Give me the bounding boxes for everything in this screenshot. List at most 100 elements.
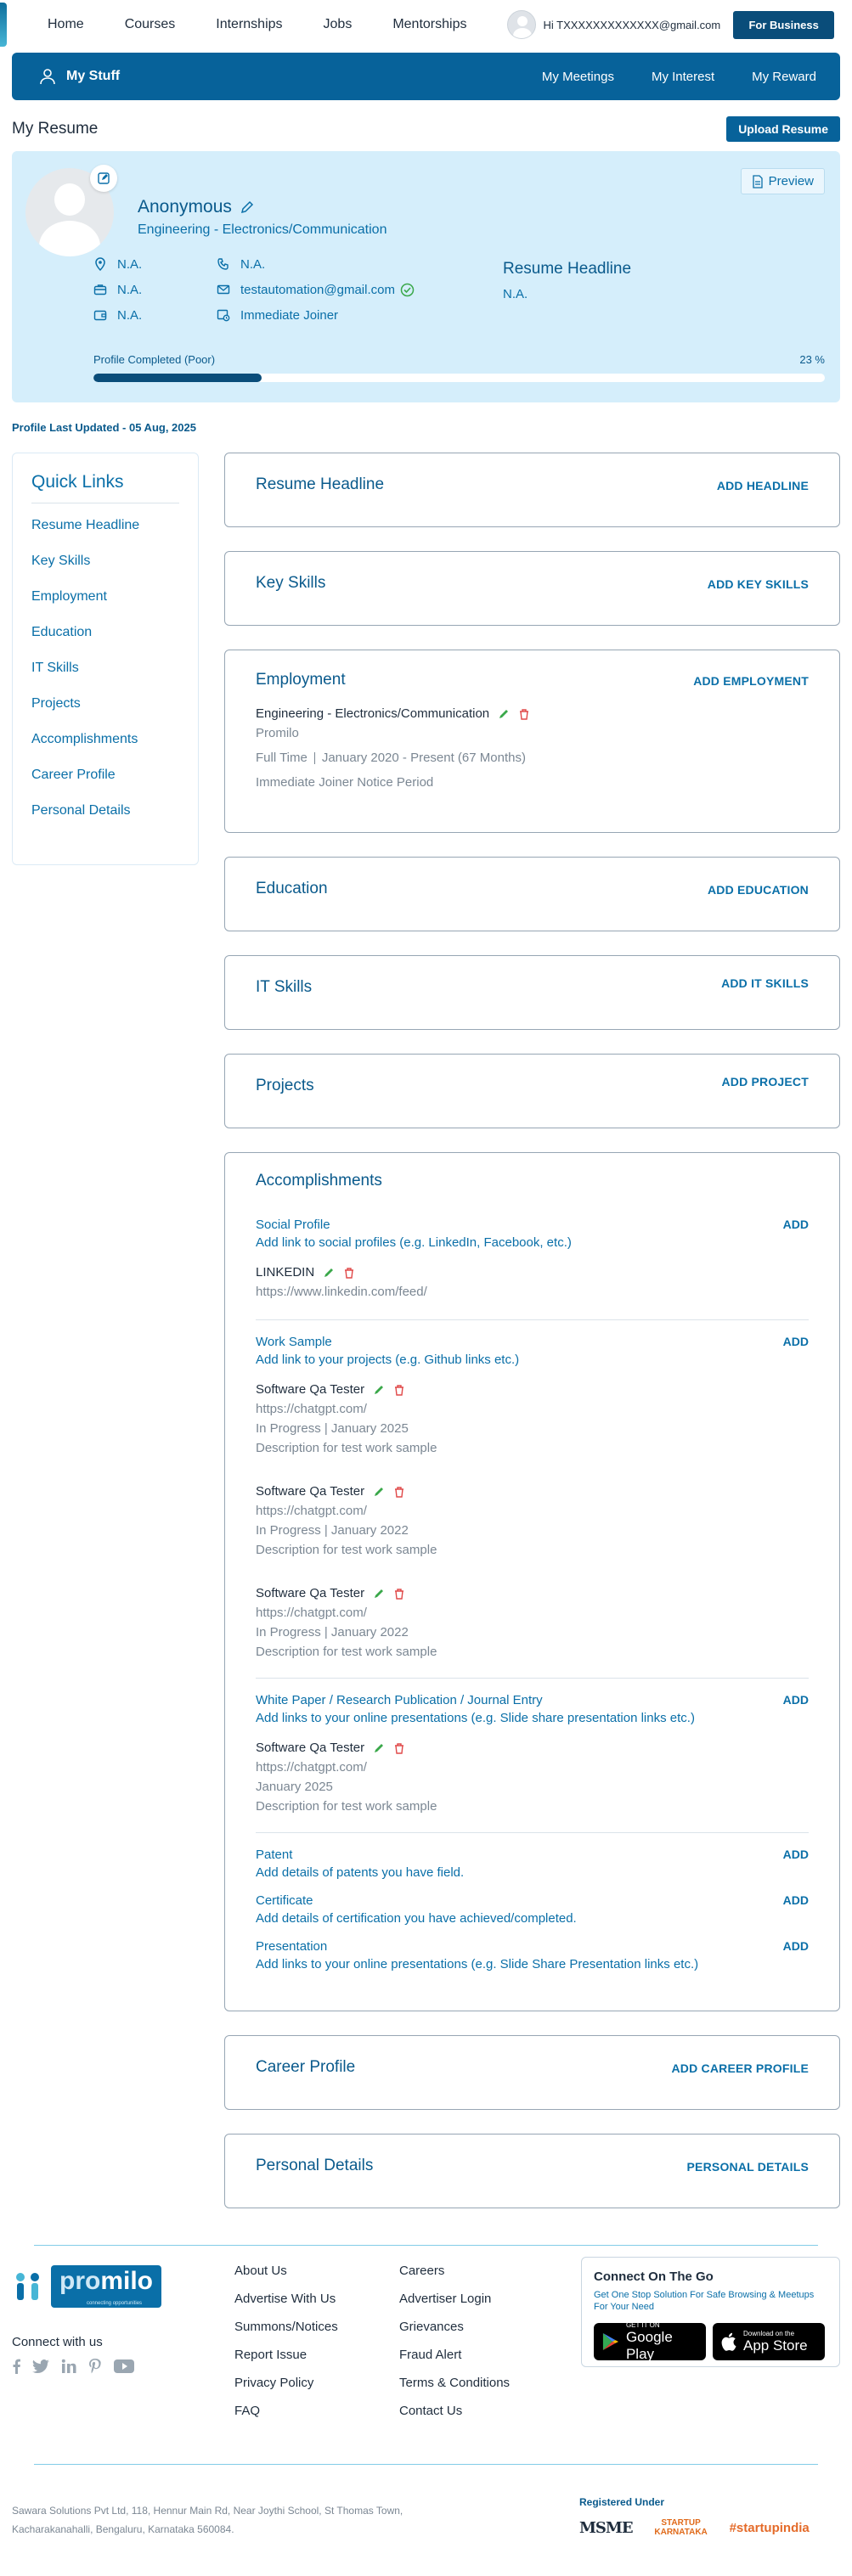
trash-icon[interactable] (343, 1267, 355, 1279)
quick-link-key-skills[interactable]: Key Skills (31, 553, 179, 588)
add-white-paper-button[interactable]: ADD (783, 1693, 809, 1707)
add-education-button[interactable]: ADD EDUCATION (708, 883, 809, 897)
nav-internships[interactable]: Internships (216, 17, 282, 32)
my-interest-link[interactable]: My Interest (652, 70, 714, 84)
add-key-skills-button[interactable]: ADD KEY SKILLS (708, 577, 809, 591)
footer-link-faq[interactable]: FAQ (234, 2404, 338, 2432)
nav-mentorships[interactable]: Mentorships (392, 17, 466, 32)
footer-link-privacy[interactable]: Privacy Policy (234, 2376, 338, 2404)
add-presentation-button[interactable]: ADD (783, 1939, 809, 1953)
social-entry-url[interactable]: https://www.linkedin.com/feed/ (256, 1285, 809, 1299)
footer: promilo connecting opportunities Connect… (0, 2233, 852, 2576)
add-career-profile-button[interactable]: ADD CAREER PROFILE (672, 2061, 810, 2075)
add-patent-button[interactable]: ADD (783, 1848, 809, 1861)
quick-link-career-profile[interactable]: Career Profile (31, 767, 179, 802)
logo-tagline: connecting opportunities (87, 2301, 143, 2306)
progress-label: Profile Completed (Poor) (93, 353, 216, 366)
work-entry-title: Software Qa Tester (256, 1484, 809, 1499)
trash-icon[interactable] (518, 708, 530, 720)
add-social-profile-button[interactable]: ADD (783, 1218, 809, 1231)
footer-link-terms[interactable]: Terms & Conditions (399, 2376, 510, 2404)
nav-home[interactable]: Home (48, 17, 84, 32)
connect-on-the-go-sub: Get One Stop Solution For Safe Browsing … (594, 2290, 815, 2312)
msme-logo: MSME (579, 2518, 634, 2537)
add-work-sample-button[interactable]: ADD (783, 1335, 809, 1348)
twitter-icon[interactable] (32, 2359, 49, 2373)
phone-value: N.A. (240, 256, 266, 272)
user-greeting[interactable]: Hi TXXXXXXXXXXXXX@gmail.com (543, 19, 730, 31)
certificate-block: Certificate Add details of certification… (256, 1893, 809, 1926)
footer-link-advertiser-login[interactable]: Advertiser Login (399, 2292, 510, 2320)
salary-field: N.A. (93, 307, 217, 323)
my-reward-link[interactable]: My Reward (752, 70, 816, 84)
pencil-icon[interactable] (373, 1588, 385, 1600)
footer-link-report-issue[interactable]: Report Issue (234, 2348, 338, 2376)
upload-resume-button[interactable]: Upload Resume (726, 116, 840, 142)
nav-jobs[interactable]: Jobs (324, 17, 353, 32)
email-value: testautomation@gmail.com (240, 282, 395, 297)
footer-link-advertise[interactable]: Advertise With Us (234, 2292, 338, 2320)
my-meetings-link[interactable]: My Meetings (542, 70, 614, 84)
quick-link-education[interactable]: Education (31, 624, 179, 660)
footer-link-contact-us[interactable]: Contact Us (399, 2404, 510, 2432)
trash-icon[interactable] (393, 1588, 405, 1600)
nav-courses[interactable]: Courses (125, 17, 176, 32)
add-certificate-button[interactable]: ADD (783, 1893, 809, 1907)
pencil-icon[interactable] (240, 200, 254, 214)
app-store-badge[interactable]: Download on the App Store (713, 2323, 825, 2360)
edit-photo-button[interactable] (90, 165, 117, 192)
footer-link-grievances[interactable]: Grievances (399, 2320, 510, 2348)
quick-link-employment[interactable]: Employment (31, 588, 179, 624)
quick-link-resume-headline[interactable]: Resume Headline (31, 517, 179, 553)
add-it-skills-button[interactable]: ADD IT SKILLS (721, 976, 809, 990)
personal-details-button[interactable]: PERSONAL DETAILS (687, 2160, 809, 2174)
phone-icon (217, 258, 229, 270)
work-sample-entry: Software Qa Tester https://chatgpt.com/ … (256, 1586, 809, 1659)
white-paper-block: White Paper / Research Publication / Jou… (256, 1693, 809, 1814)
work-entry-url[interactable]: https://chatgpt.com/ (256, 1402, 809, 1416)
quick-links: Quick Links Resume Headline Key Skills E… (12, 453, 199, 865)
avatar[interactable] (507, 10, 537, 39)
footer-link-fraud-alert[interactable]: Fraud Alert (399, 2348, 510, 2376)
linkedin-icon[interactable] (61, 2359, 76, 2374)
footer-logo[interactable]: promilo connecting opportunities (12, 2265, 161, 2308)
trash-icon[interactable] (393, 1742, 405, 1754)
pinterest-icon[interactable] (88, 2359, 102, 2374)
work-entry-url[interactable]: https://chatgpt.com/ (256, 1606, 809, 1620)
promilo-logo-icon (16, 2273, 39, 2300)
store-badges: GET IT ON Google Play Download on the Ap… (594, 2321, 827, 2362)
footer-link-summons[interactable]: Summons/Notices (234, 2320, 338, 2348)
quick-link-it-skills[interactable]: IT Skills (31, 660, 179, 695)
brand-logo[interactable] (0, 3, 7, 47)
google-play-badge[interactable]: GET IT ON Google Play (594, 2321, 706, 2362)
quick-link-projects[interactable]: Projects (31, 695, 179, 731)
add-headline-button[interactable]: ADD HEADLINE (717, 479, 809, 492)
youtube-icon[interactable] (114, 2359, 134, 2374)
divider (256, 1832, 809, 1833)
trash-icon[interactable] (393, 1384, 405, 1396)
trash-icon[interactable] (393, 1486, 405, 1498)
employment-notice: Immediate Joiner Notice Period (256, 775, 434, 790)
pencil-icon[interactable] (498, 708, 510, 720)
quick-link-accomplishments[interactable]: Accomplishments (31, 731, 179, 767)
pencil-icon[interactable] (373, 1486, 385, 1498)
work-entry-url[interactable]: https://chatgpt.com/ (256, 1504, 809, 1518)
work-sample-block: Work Sample Add link to your projects (e… (256, 1335, 809, 1659)
preview-button[interactable]: Preview (740, 168, 825, 194)
user-menu[interactable]: Hi TXXXXXXXXXXXXX@gmail.com (507, 10, 730, 39)
white-paper-entry-url[interactable]: https://chatgpt.com/ (256, 1760, 809, 1775)
work-entry-status: In Progress | January 2022 (256, 1625, 409, 1640)
for-business-button[interactable]: For Business (733, 10, 834, 39)
add-employment-button[interactable]: ADD EMPLOYMENT (693, 674, 809, 688)
add-project-button[interactable]: ADD PROJECT (721, 1075, 809, 1088)
user-icon (40, 69, 55, 85)
pencil-icon[interactable] (323, 1267, 335, 1279)
footer-link-about-us[interactable]: About Us (234, 2264, 338, 2292)
facebook-icon[interactable] (12, 2359, 20, 2374)
quick-link-personal-details[interactable]: Personal Details (31, 802, 179, 838)
footer-link-careers[interactable]: Careers (399, 2264, 510, 2292)
social-links (12, 2359, 134, 2374)
pencil-icon[interactable] (373, 1384, 385, 1396)
my-stuff-title[interactable]: My Stuff (39, 68, 120, 85)
pencil-icon[interactable] (373, 1742, 385, 1754)
